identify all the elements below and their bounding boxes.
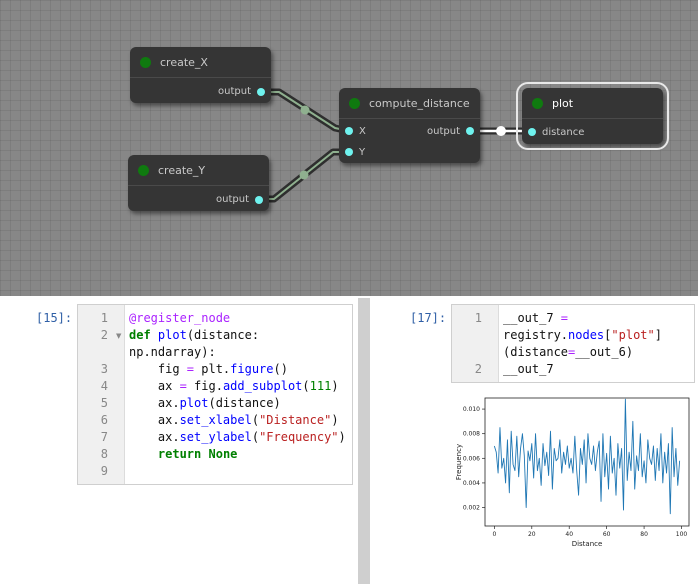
status-dot xyxy=(138,165,149,176)
line-number: 1 xyxy=(100,311,108,325)
code-line: np.ndarray): xyxy=(129,345,216,359)
x-tick-label: 0 xyxy=(492,531,496,538)
line-number: 5 xyxy=(100,396,108,410)
node-title: plot xyxy=(552,97,574,110)
code-line: ax.plot(distance) xyxy=(129,396,281,410)
input-port-distance[interactable] xyxy=(528,128,536,136)
code-line: registry.nodes["plot"] xyxy=(503,328,662,342)
port-label-distance: distance xyxy=(542,127,585,138)
node-create-y[interactable]: create_Y output xyxy=(128,155,269,211)
y-tick-label: 0.004 xyxy=(463,480,480,487)
port-label-output: output xyxy=(427,126,460,137)
y-tick-label: 0.002 xyxy=(463,505,480,512)
code-line: __out_7 = xyxy=(503,311,569,325)
code-editor[interactable]: __out_7 = registry.nodes["plot"] (distan… xyxy=(499,305,694,382)
y-tick-label: 0.010 xyxy=(463,406,480,413)
node-title: create_Y xyxy=(158,164,206,177)
line-number: 3 xyxy=(100,362,108,376)
port-label-output: output xyxy=(218,86,251,97)
line-number: 9 xyxy=(100,464,108,478)
line-number-gutter: 1 2 ▼ 3 4 5 6 7 8 9 xyxy=(78,305,125,484)
output-port[interactable] xyxy=(255,196,263,204)
node-plot[interactable]: plot distance xyxy=(516,82,669,150)
line-number: 7 xyxy=(100,430,108,444)
y-tick-label: 0.006 xyxy=(463,455,480,462)
port-label-x: X xyxy=(359,126,366,137)
code-line: ax = fig.add_subplot(111) xyxy=(129,379,339,393)
input-port-x[interactable] xyxy=(345,127,353,135)
line-number: 2 xyxy=(474,362,482,376)
code-line: @register_node xyxy=(129,311,231,325)
pane-divider[interactable] xyxy=(358,298,370,584)
line-number: 8 xyxy=(100,447,108,461)
node-create-x[interactable]: create_X output xyxy=(130,47,271,103)
code-line: def plot(distance: xyxy=(129,328,260,342)
code-line: __out_7 xyxy=(503,362,554,376)
x-axis-label: Distance xyxy=(572,540,603,548)
x-tick-label: 100 xyxy=(676,531,688,538)
line-number: 4 xyxy=(100,379,108,393)
wire-midpoint[interactable] xyxy=(300,105,310,115)
y-tick-label: 0.008 xyxy=(463,431,480,438)
line-number: 6 xyxy=(100,413,108,427)
node-compute-distance[interactable]: compute_distance X Y output xyxy=(339,88,480,163)
fold-arrow-icon[interactable]: ▼ xyxy=(116,332,121,340)
code-editor[interactable]: @register_node def plot(distance: np.nda… xyxy=(125,305,352,484)
port-label-y: Y xyxy=(359,147,366,158)
x-tick-label: 60 xyxy=(603,531,611,538)
code-cell-17[interactable]: 1 2 __out_7 = registry.nodes["plot"] (di… xyxy=(451,304,695,383)
line-number-gutter: 1 2 xyxy=(452,305,499,382)
code-line: (distance=__out_6) xyxy=(503,345,634,359)
node-title: compute_distance xyxy=(369,97,470,110)
cell-prompt: [17]: xyxy=(410,311,447,325)
output-port[interactable] xyxy=(257,88,265,96)
line-number: 2 xyxy=(100,328,108,342)
input-port-y[interactable] xyxy=(345,148,353,156)
node-graph-canvas[interactable]: create_X output create_Y output compute_… xyxy=(0,0,698,296)
x-tick-label: 80 xyxy=(640,531,648,538)
x-tick-label: 40 xyxy=(565,531,573,538)
code-line: ax.set_xlabel("Distance") xyxy=(129,413,339,427)
code-line: fig = plt.figure() xyxy=(129,362,288,376)
output-port[interactable] xyxy=(466,127,474,135)
status-dot xyxy=(349,98,360,109)
x-tick-label: 20 xyxy=(528,531,536,538)
y-axis-label: Frequency xyxy=(455,444,463,480)
plot-output: 0 20 40 60 80 100 0.002 0.004 0.006 0.008 0.010 Dis… xyxy=(453,392,693,552)
code-cell-15[interactable]: 1 2 ▼ 3 4 5 6 7 8 9 @register_node def p… xyxy=(77,304,353,485)
node-title: create_X xyxy=(160,56,208,69)
wire-midpoint[interactable] xyxy=(496,126,506,136)
code-line: return None xyxy=(157,447,238,461)
line-number: 1 xyxy=(474,311,482,325)
status-dot xyxy=(532,98,543,109)
status-dot xyxy=(140,57,151,68)
port-label-output: output xyxy=(216,194,249,205)
code-line: ax.set_ylabel("Frequency") xyxy=(129,430,346,444)
wire-midpoint[interactable] xyxy=(299,170,309,180)
line-chart: 0 20 40 60 80 100 0.002 0.004 0.006 0.008 0.010 Dis… xyxy=(455,397,690,548)
cell-prompt: [15]: xyxy=(36,311,73,325)
